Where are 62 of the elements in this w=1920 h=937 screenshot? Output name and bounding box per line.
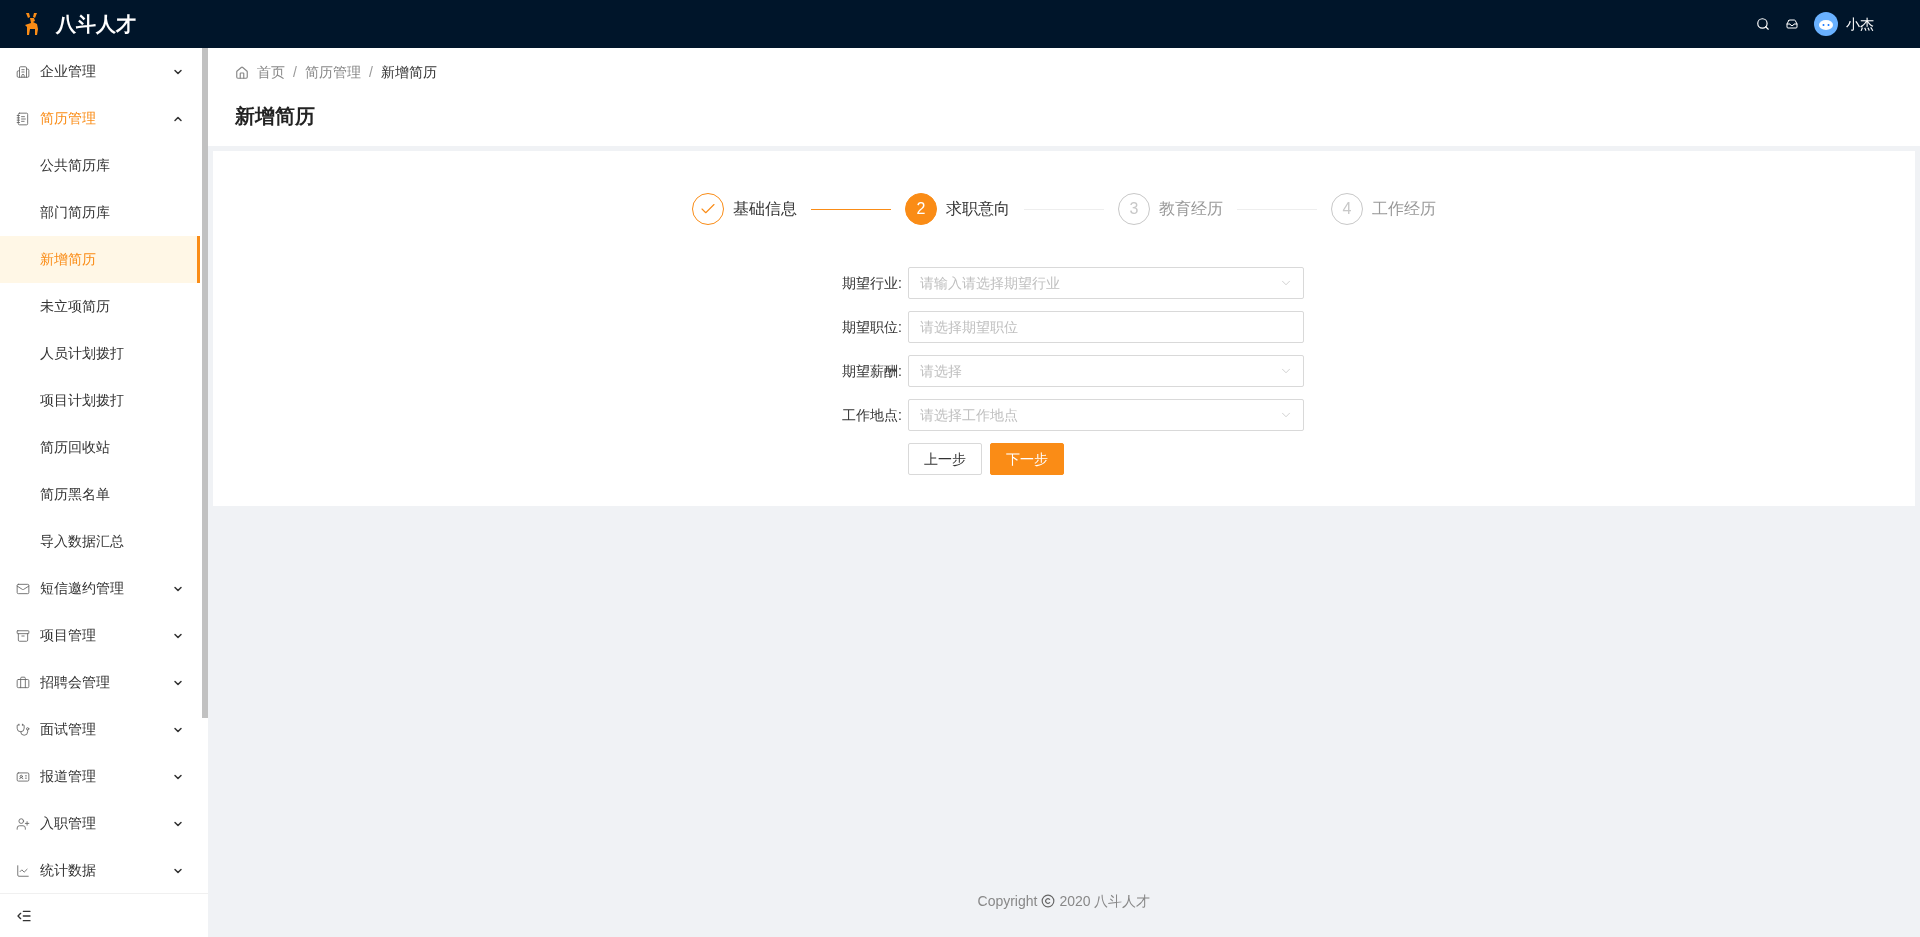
field-label: 期望职位: — [841, 317, 903, 337]
menu-group[interactable]: 统计数据 — [0, 847, 200, 893]
breadcrumb-link[interactable]: 简历管理 — [304, 62, 361, 83]
user-plus-icon — [16, 816, 30, 831]
menu-group[interactable]: 报道管理 — [0, 753, 200, 800]
select-field[interactable]: 请选择工作地点 — [908, 399, 1304, 431]
menu-label: 入职管理 — [40, 814, 96, 833]
breadcrumb-separator: / — [293, 63, 297, 82]
building-icon — [16, 64, 30, 79]
menu-item[interactable]: 人员计划拨打 — [0, 330, 200, 377]
menu-label: 企业管理 — [40, 62, 96, 81]
archive-icon — [16, 628, 30, 643]
home-icon — [235, 65, 249, 80]
input-field[interactable]: 请选择期望职位 — [908, 311, 1304, 343]
breadcrumb-link[interactable]: 首页 — [257, 62, 285, 83]
scrollbar[interactable] — [202, 48, 208, 718]
menu-item[interactable]: 公共简历库 — [0, 142, 200, 189]
step-label: 工作经历 — [1372, 199, 1436, 219]
menu-group[interactable]: 企业管理 — [0, 48, 200, 95]
menu-group[interactable]: 面试管理 — [0, 706, 200, 753]
previous-button[interactable]: 上一步 — [908, 443, 982, 475]
copyright-icon — [1041, 894, 1056, 908]
breadcrumb-separator: / — [368, 63, 373, 82]
user-name[interactable]: 小杰 — [1846, 13, 1874, 35]
select-field[interactable]: 请输入请选择期望行业 — [908, 267, 1304, 299]
menu-item[interactable]: 部门简历库 — [0, 189, 200, 236]
field-label: 期望行业: — [841, 273, 903, 293]
briefcase-icon — [16, 675, 30, 690]
menu-item[interactable]: 导入数据汇总 — [0, 518, 200, 565]
menu-label: 简历管理 — [40, 109, 96, 128]
menu-label: 报道管理 — [40, 767, 96, 786]
step-label: 教育经历 — [1159, 199, 1223, 219]
menu-group[interactable]: 入职管理 — [0, 800, 200, 847]
menu-item[interactable]: 简历黑名单 — [0, 471, 200, 518]
menu-group[interactable]: 短信邀约管理 — [0, 565, 200, 612]
avatar-icon[interactable] — [1814, 12, 1838, 36]
copyright-text: 2020 八斗人才 — [1059, 891, 1151, 911]
menu-group[interactable]: 招聘会管理 — [0, 659, 200, 706]
id-card-icon — [16, 769, 30, 784]
menu-label: 面试管理 — [40, 720, 96, 739]
copyright-label: Copyright — [977, 891, 1038, 911]
menu-item[interactable]: 未立项简历 — [0, 283, 200, 330]
notebook-icon — [16, 111, 30, 126]
menu-label: 统计数据 — [40, 861, 96, 880]
envelope-icon — [16, 581, 30, 596]
menu-item[interactable]: 简历回收站 — [0, 424, 200, 471]
select-field[interactable]: 请选择 — [908, 355, 1304, 387]
stethoscope-icon — [16, 722, 30, 737]
menu-label: 招聘会管理 — [40, 673, 110, 692]
field-label: 工作地点: — [841, 405, 903, 425]
search-icon[interactable] — [1756, 17, 1770, 31]
menu-item[interactable]: 项目计划拨打 — [0, 377, 200, 424]
step-label: 求职意向 — [946, 199, 1010, 219]
menu-label: 项目管理 — [40, 626, 96, 645]
menu-label: 短信邀约管理 — [40, 579, 124, 598]
field-label: 期望薪酬: — [841, 361, 903, 381]
inbox-icon[interactable] — [1786, 18, 1798, 30]
brand-name: 八斗人才 — [56, 12, 136, 37]
step-label: 基础信息 — [733, 199, 797, 219]
page-title: 新增简历 — [235, 104, 316, 129]
chart-icon — [16, 863, 30, 878]
menu-group[interactable]: 项目管理 — [0, 612, 200, 659]
